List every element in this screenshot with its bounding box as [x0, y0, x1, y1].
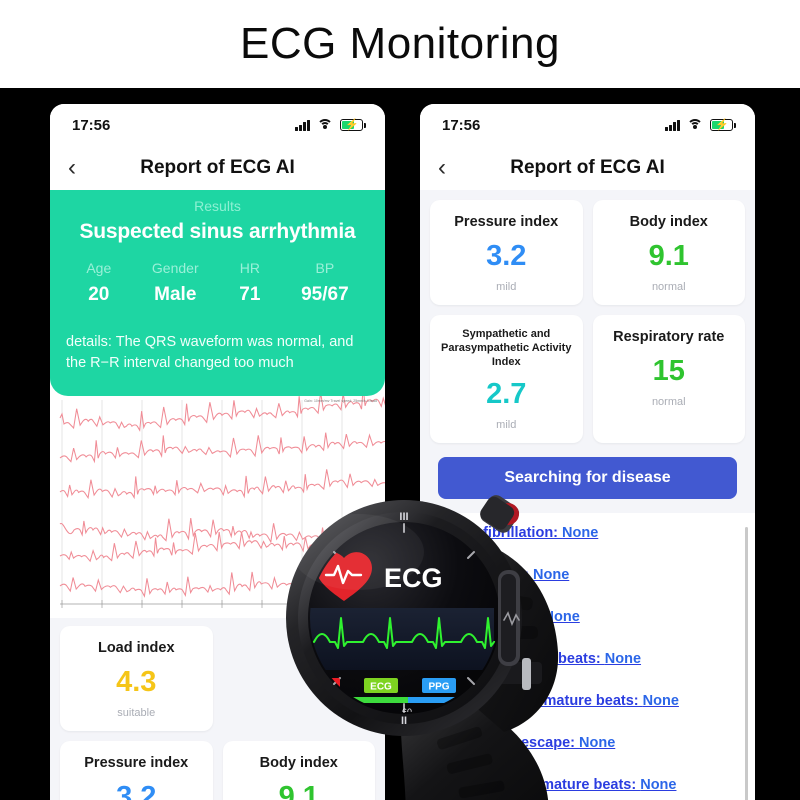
diagnosis-text: Suspected sinus arrhythmia: [79, 220, 356, 243]
card-pressure-index[interactable]: Pressure index 3.2 mild: [430, 200, 583, 306]
card-respiratory-rate[interactable]: Respiratory rate 15 normal: [592, 315, 745, 444]
page-header: ECG Monitoring: [0, 0, 800, 88]
smartwatch: III II ECG HRV: [286, 440, 586, 800]
watch-side-button[interactable]: [498, 570, 520, 666]
vital-value: 95/67: [301, 284, 349, 305]
nav-bar-right: ‹ Report of ECG AI: [420, 146, 755, 190]
vital-value: 20: [88, 284, 110, 305]
legend-ppg: PPG: [428, 682, 449, 693]
smartwatch-svg: III II ECG HRV: [286, 492, 559, 800]
wifi-icon: [317, 119, 333, 131]
card-status: suitable: [117, 707, 156, 720]
watch-glass-reflection: [292, 514, 424, 590]
card-label: Pressure index: [454, 214, 559, 230]
watch-marker-top: III: [399, 511, 408, 523]
battery-charging-icon: ⚡: [340, 119, 366, 131]
card-label: Pressure index: [84, 755, 189, 772]
status-bar-left: 17:56 ⚡: [50, 104, 385, 146]
wifi-icon: [687, 119, 703, 131]
card-label: Sympathetic and Parasympathetic Activity…: [441, 328, 572, 368]
nav-title: Report of ECG AI: [510, 157, 665, 178]
status-icons: ⚡: [665, 119, 736, 131]
vital-hr: HR 71: [239, 260, 260, 306]
vital-value: 71: [239, 284, 261, 305]
card-label: Body index: [629, 214, 708, 230]
index-card-grid-right: Pressure index 3.2 mild Body index 9.1 n…: [420, 190, 755, 444]
vital-value: Male: [154, 284, 197, 305]
watch-crown[interactable]: [477, 492, 522, 536]
results-label: Results: [194, 198, 241, 214]
screenshot-root: ECG Monitoring 17:56 ⚡ ‹ Report of ECG A…: [0, 0, 800, 800]
status-clock: 17:56: [72, 116, 111, 134]
card-label: Load index: [97, 640, 175, 657]
chevron-left-icon[interactable]: ‹: [68, 156, 76, 180]
scale-tick-0: 0: [308, 707, 313, 717]
vital-label: HR: [239, 260, 260, 276]
vital-gender: Gender Male: [152, 260, 199, 306]
diagnosis-details: details: The QRS waveform was normal, an…: [66, 334, 354, 372]
disease-result: None: [642, 693, 679, 710]
nav-bar-left: ‹ Report of ECG AI: [50, 146, 385, 190]
status-bar-right: 17:56 ⚡: [420, 104, 755, 146]
card-load-index[interactable]: Load index 4.3 suitable: [60, 626, 213, 732]
card-value: 3.2: [486, 240, 527, 273]
card-value: 15: [652, 355, 685, 388]
watch-marker-bottom: II: [401, 715, 407, 727]
vital-age: Age 20: [86, 260, 111, 306]
nav-title: Report of ECG AI: [140, 157, 295, 178]
result-card: Results Suspected sinus arrhythmia Age 2…: [50, 190, 385, 397]
battery-charging-icon: ⚡: [710, 119, 736, 131]
vital-bp: BP 95/67: [301, 260, 349, 306]
card-value: 3.2: [116, 781, 157, 800]
product-stage: 17:56 ⚡ ‹ Report of ECG AI Results Suspe…: [0, 88, 800, 800]
cellular-signal-icon: [665, 119, 680, 131]
vital-label: BP: [315, 260, 335, 276]
scrollbar[interactable]: [745, 527, 748, 800]
vitals-table: Age 20 Gender Male HR 71 BP 95/67: [66, 260, 369, 306]
cellular-signal-icon: [295, 119, 310, 131]
disease-result: None: [640, 777, 677, 794]
watch-ecg-panel: [310, 608, 494, 670]
status-icons: ⚡: [295, 119, 366, 131]
disease-result: None: [604, 651, 642, 668]
status-clock: 17:56: [442, 116, 481, 134]
card-status: mild: [496, 281, 517, 294]
vital-label: Gender: [151, 260, 199, 276]
card-label: Respiratory rate: [613, 329, 725, 346]
vital-label: Age: [86, 260, 112, 276]
chevron-left-icon[interactable]: ‹: [438, 156, 446, 180]
legend-ecg: ECG: [370, 682, 392, 693]
card-status: normal: [651, 281, 686, 294]
card-value: 4.3: [116, 666, 157, 699]
card-value: 9.1: [648, 240, 689, 273]
card-status: mild: [496, 419, 517, 432]
card-body-index[interactable]: Body index 9.1 normal: [592, 200, 745, 306]
card-value: 2.7: [486, 378, 527, 411]
ecg-gain-label: Gain: 10mm/mv Travel speed: 25mm/s 1-lea…: [304, 399, 377, 404]
card-pressure-index[interactable]: Pressure index 3.2: [60, 741, 213, 800]
page-title: ECG Monitoring: [239, 19, 560, 68]
card-status: normal: [651, 396, 686, 409]
card-sympathetic-index[interactable]: Sympathetic and Parasympathetic Activity…: [430, 315, 583, 444]
